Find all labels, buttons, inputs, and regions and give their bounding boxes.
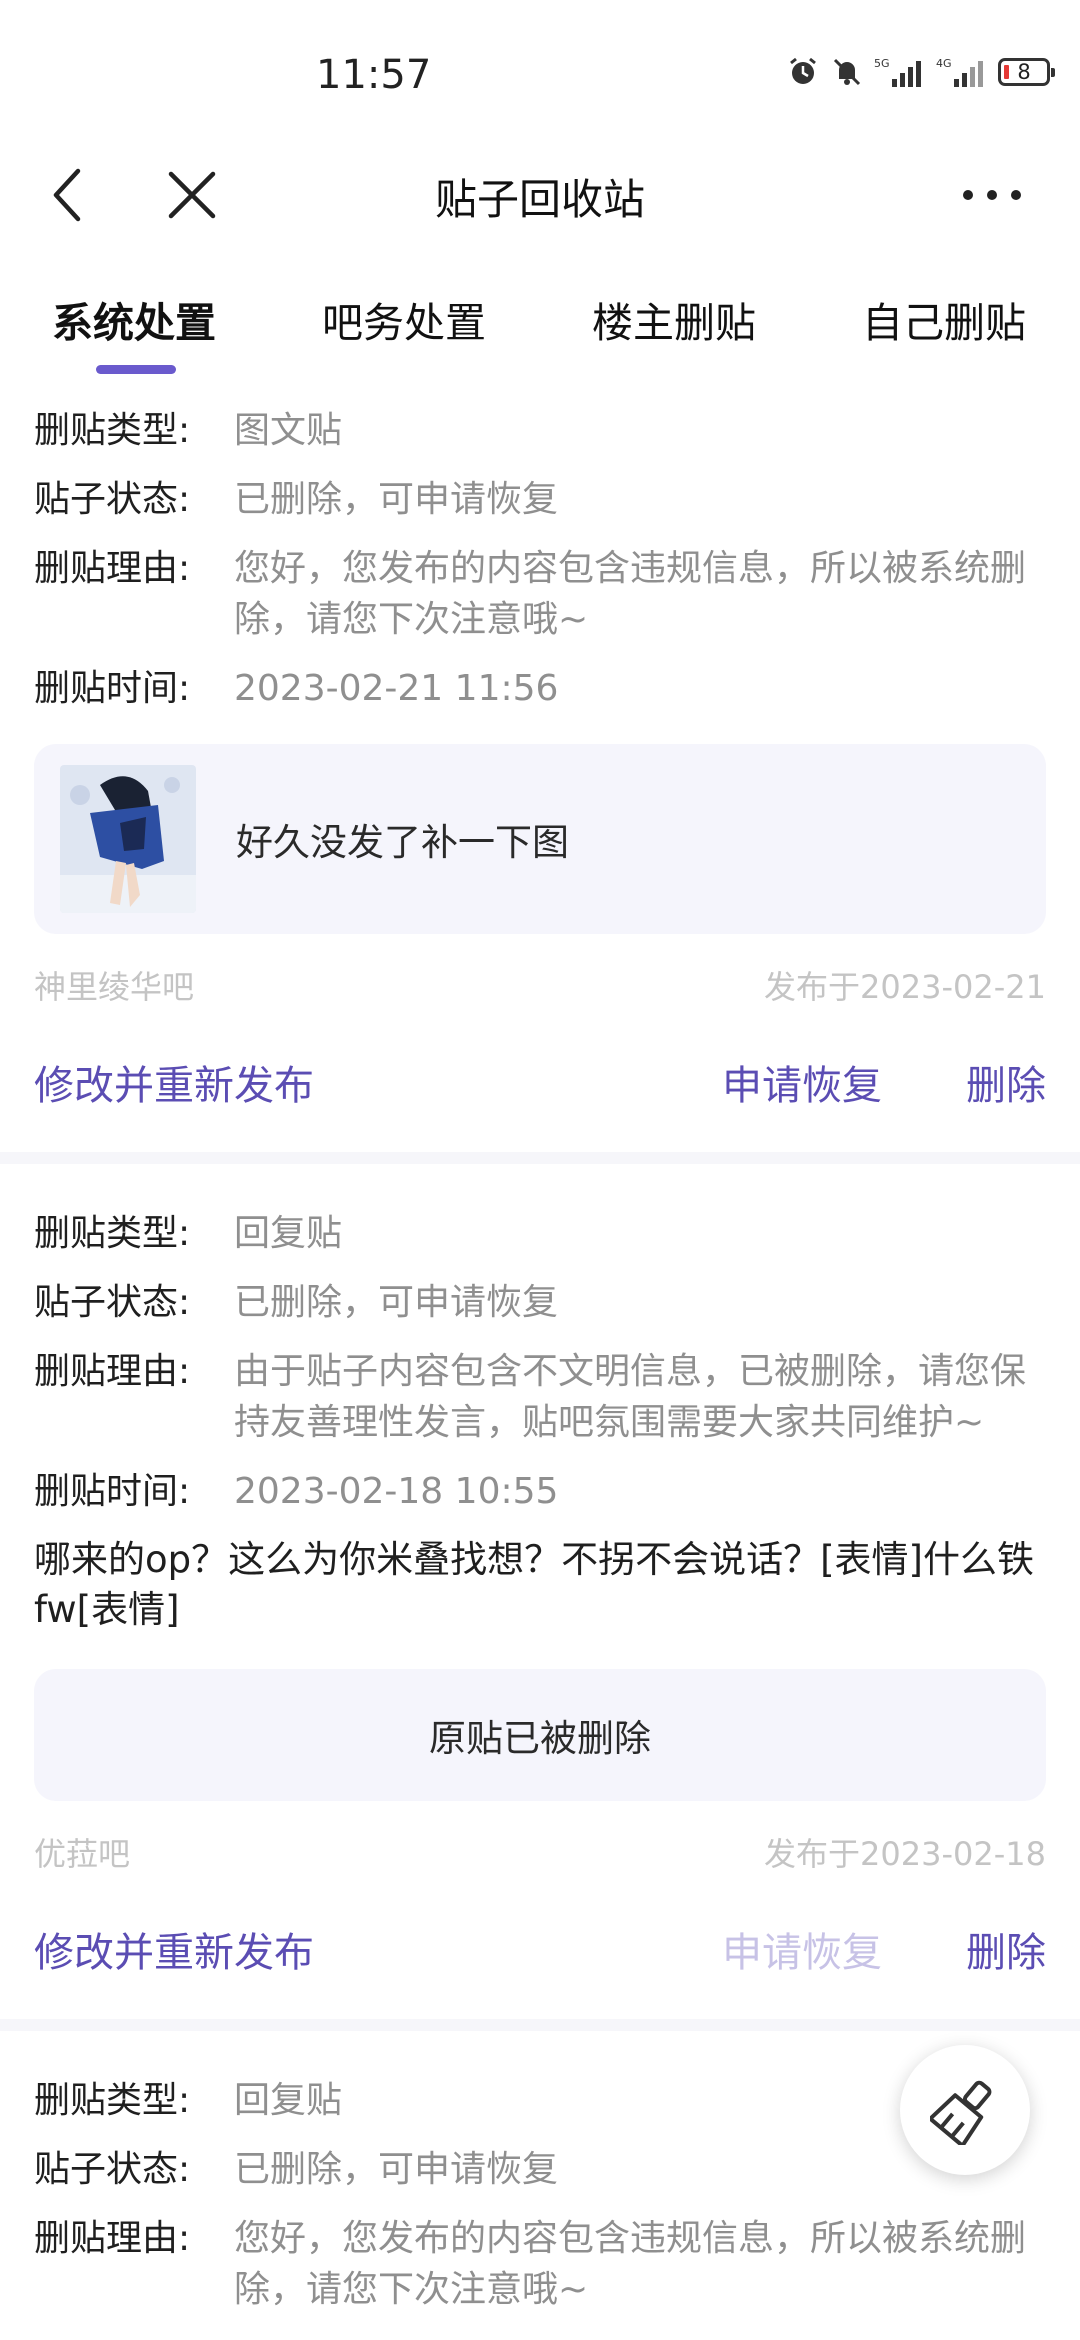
delete-reason-label: 删贴理由: (34, 548, 191, 589)
delete-time-label: 删贴时间: (34, 1471, 191, 1512)
delete-reason-label: 删贴理由: (34, 2218, 191, 2259)
delete-time-row: 删贴时间: 2023-02-21 11:56 (34, 663, 1046, 714)
tab-moderator[interactable]: 吧务处置 (322, 289, 486, 349)
deleted-post-list: 删贴类型: 图文贴 贴子状态: 已删除，可申请恢复 删贴理由: 您好，您发布的内… (0, 405, 1080, 2333)
battery-level: 8 (1017, 60, 1031, 84)
signal-4g-icon: 4G (936, 55, 988, 89)
page-title: 贴子回收站 (434, 175, 645, 224)
deleted-post-card: 删贴类型: 回复贴 贴子状态: 已删除，可申请恢复 删贴理由: 由于贴子内容包含… (0, 1208, 1080, 1979)
delete-reason-row: 删贴理由: 您好，您发布的内容包含违规信息，所以被系统删除，请您下次注意哦~ (34, 2213, 1046, 2315)
delete-type-value: 回复贴 (234, 1213, 343, 1254)
delete-reason-label: 删贴理由: (34, 1351, 191, 1392)
post-preview-title: 好久没发了补一下图 (236, 821, 569, 864)
post-preview[interactable]: 好久没发了补一下图 (34, 744, 1046, 934)
post-actions: 修改并重新发布 申请恢复 删除 (34, 1919, 1046, 1979)
post-thumbnail (60, 765, 196, 913)
delete-reason-value: 由于贴子内容包含不文明信息，已被删除，请您保持友善理性发言，贴吧氛围需要大家共同… (234, 1351, 1027, 1443)
mute-icon (830, 55, 864, 89)
more-dots-icon (963, 190, 1021, 200)
cleanup-fab-button[interactable] (900, 2045, 1030, 2175)
delete-type-label: 删贴类型: (34, 1213, 191, 1254)
delete-time-row: 删贴时间: 2023-02-18 10:55 (34, 1466, 1046, 1517)
edit-republish-button[interactable]: 修改并重新发布 (34, 1920, 722, 1978)
request-restore-button: 申请恢复 (722, 1930, 882, 1976)
tab-bar: 系统处置 吧务处置 楼主删贴 自己删贴 (0, 275, 1080, 385)
post-status-row: 贴子状态: 已删除，可申请恢复 (34, 1277, 1046, 1328)
post-status-row: 贴子状态: 已删除，可申请恢复 (34, 2144, 1046, 2195)
delete-reason-row: 删贴理由: 由于贴子内容包含不文明信息，已被删除，请您保持友善理性发言，贴吧氛围… (34, 1346, 1046, 1448)
delete-time-value: 2023-02-21 11:56 (234, 668, 559, 709)
publish-date: 发布于2023-02-21 (764, 968, 1046, 1006)
publish-date: 发布于2023-02-18 (764, 1835, 1046, 1873)
reply-content: 哪来的op？这么为你米叠找想？不拐不会说话？[表情]什么铁fw[表情] (34, 1538, 1034, 1631)
post-meta: 优菈吧 发布于2023-02-18 (34, 1829, 1046, 1875)
forum-name[interactable]: 神里绫华吧 (34, 962, 194, 1008)
delete-button[interactable]: 删除 (966, 1053, 1046, 1111)
tab-indicator (96, 365, 176, 374)
alarm-icon (786, 55, 820, 89)
deleted-post-card: 删贴类型: 图文贴 贴子状态: 已删除，可申请恢复 删贴理由: 您好，您发布的内… (0, 405, 1080, 1112)
delete-reason-row: 删贴理由: 您好，您发布的内容包含违规信息，所以被系统删除，请您下次注意哦~ (34, 543, 1046, 645)
delete-reason-value: 您好，您发布的内容包含违规信息，所以被系统删除，请您下次注意哦~ (234, 2218, 1027, 2310)
post-meta: 神里绫华吧 发布于2023-02-21 (34, 962, 1046, 1008)
post-actions: 修改并重新发布 申请恢复 删除 (34, 1052, 1046, 1112)
delete-reason-value: 您好，您发布的内容包含违规信息，所以被系统删除，请您下次注意哦~ (234, 548, 1027, 640)
delete-type-row: 删贴类型: 图文贴 (34, 405, 1046, 456)
card-divider (0, 1152, 1080, 1164)
forum-name[interactable]: 优菈吧 (34, 1829, 130, 1875)
broom-icon (930, 2080, 992, 2145)
more-button[interactable] (962, 165, 1022, 225)
post-status-label: 贴子状态: (34, 479, 191, 520)
post-status-label: 贴子状态: (34, 2149, 191, 2190)
tab-system[interactable]: 系统处置 (52, 289, 216, 349)
post-status-label: 贴子状态: (34, 1282, 191, 1323)
tab-op-deleted[interactable]: 楼主删贴 (592, 289, 756, 349)
request-restore-button[interactable]: 申请恢复 (722, 1053, 882, 1111)
delete-type-value: 图文贴 (234, 410, 343, 451)
delete-type-label: 删贴类型: (34, 410, 191, 451)
post-status-row: 贴子状态: 已删除，可申请恢复 (34, 474, 1046, 525)
nav-bar: 贴子回收站 (0, 150, 1080, 240)
delete-type-row: 删贴类型: 回复贴 (34, 1208, 1046, 1259)
card-divider (0, 2019, 1080, 2031)
signal-5g-icon: 5G (874, 55, 926, 89)
status-bar: 11:57 5G 4G 8 (0, 0, 1080, 150)
original-post-status: 原贴已被删除 (34, 1669, 1046, 1801)
battery-icon: 8 (998, 58, 1055, 86)
delete-button[interactable]: 删除 (966, 1920, 1046, 1978)
delete-type-row: 删贴类型: 回复贴 (34, 2075, 1046, 2126)
svg-text:5G: 5G (874, 57, 890, 70)
delete-type-label: 删贴类型: (34, 2080, 191, 2121)
status-icons: 5G 4G 8 (786, 55, 1055, 89)
tab-self-deleted[interactable]: 自己删贴 (862, 289, 1026, 349)
status-time: 11:57 (316, 52, 432, 98)
delete-time-label: 删贴时间: (34, 668, 191, 709)
post-status-value: 已删除，可申请恢复 (234, 1282, 559, 1323)
post-status-value: 已删除，可申请恢复 (234, 479, 559, 520)
delete-time-value: 2023-02-18 10:55 (234, 1471, 559, 1512)
svg-text:4G: 4G (936, 57, 952, 70)
edit-republish-button[interactable]: 修改并重新发布 (34, 1053, 722, 1111)
